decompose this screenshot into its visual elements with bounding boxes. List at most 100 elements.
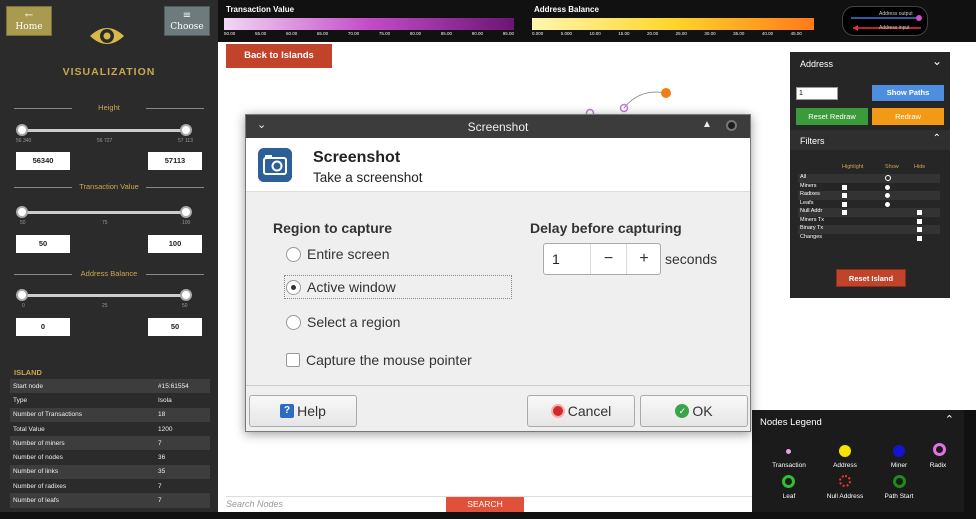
height-slider-track[interactable]	[20, 129, 188, 132]
home-button[interactable]: ← Home	[6, 6, 52, 36]
address-balance-slider-max-handle[interactable]	[180, 289, 192, 301]
height-min-input[interactable]: 56340	[16, 152, 70, 170]
delay-section-title: Delay before capturing	[530, 220, 682, 236]
island-info-table: Start node #15:61554 Type Isola Number of …	[10, 379, 210, 508]
dialog-heading: Screenshot	[313, 149, 401, 166]
choose-button[interactable]: ≡ Choose	[164, 6, 210, 36]
island-row: Number of leafs 7	[10, 493, 210, 508]
island-value: 7	[158, 497, 162, 505]
address-balance-max-input[interactable]: 50	[148, 318, 202, 336]
hide-checkbox[interactable]	[917, 218, 922, 224]
radix-node-icon	[933, 443, 946, 456]
filter-row: Miners	[798, 183, 940, 192]
cancel-icon	[550, 404, 565, 418]
island-key: Start node	[13, 382, 43, 390]
list-icon: ≡	[182, 10, 192, 21]
reset-island-button[interactable]: Reset Island	[836, 269, 906, 287]
island-value: 7	[158, 439, 162, 447]
island-title: ISLAND	[14, 368, 42, 377]
radio-button-selected[interactable]	[286, 279, 301, 295]
radio-button[interactable]	[286, 314, 301, 330]
show-paths-button[interactable]: Show Paths	[872, 85, 944, 101]
option-label: Entire screen	[307, 246, 390, 262]
entire-screen-option[interactable]: Entire screen	[286, 241, 389, 267]
highlight-checkbox[interactable]	[842, 210, 847, 215]
dialog-titlebar[interactable]: ⌄ Screenshot ▲	[246, 115, 750, 138]
redraw-button[interactable]: Redraw	[872, 108, 944, 125]
maximize-icon[interactable]: ▲	[702, 119, 712, 130]
visualization-title: VISUALIZATION	[62, 66, 156, 78]
search-bar: Search Nodes SEARCH	[226, 496, 752, 512]
transaction-value-min-input[interactable]: 50	[16, 235, 70, 253]
show-radio[interactable]	[885, 193, 890, 198]
tv-tick: 60.00	[285, 31, 298, 36]
filter-label: Radixes	[800, 191, 820, 197]
address-input[interactable]: 1	[796, 87, 838, 100]
legend-label: Leaf	[782, 493, 796, 500]
close-icon[interactable]	[726, 120, 737, 131]
help-button[interactable]: ? Help	[249, 395, 357, 427]
island-key: Number of miners	[13, 439, 65, 447]
highlight-checkbox[interactable]	[842, 201, 847, 207]
reset-redraw-button[interactable]: Reset Redraw	[796, 108, 868, 125]
transaction-value-max-input[interactable]: 100	[148, 235, 202, 253]
transaction-value-slider-max-handle[interactable]	[180, 206, 192, 218]
transaction-value-slider-min-handle[interactable]	[16, 206, 28, 218]
tv-tick: 50.00	[224, 31, 236, 36]
transaction-value-tick: 75	[102, 220, 108, 226]
chevron-up-icon[interactable]: ⌃	[945, 413, 954, 426]
height-max-input[interactable]: 57113	[148, 152, 202, 170]
capture-pointer-option[interactable]: Capture the mouse pointer	[286, 347, 472, 373]
leaf-node-icon	[782, 475, 795, 488]
active-window-option[interactable]: Active window	[286, 274, 396, 300]
transaction-value-slider-track[interactable]	[20, 211, 188, 214]
chevron-down-icon[interactable]: ⌄	[932, 54, 942, 68]
hide-checkbox[interactable]	[917, 210, 922, 215]
search-input[interactable]: Search Nodes	[226, 499, 446, 509]
ok-button[interactable]: ✓ OK	[640, 395, 748, 427]
height-slider-min-handle[interactable]	[16, 124, 28, 136]
filter-row: Leafs	[798, 200, 940, 209]
legend-label: Address	[833, 462, 857, 469]
address-node-icon	[839, 445, 851, 457]
right-edge	[964, 410, 976, 519]
delay-value[interactable]: 1	[552, 251, 560, 267]
show-radio[interactable]	[885, 184, 890, 190]
chevron-up-icon[interactable]: ⌃	[933, 133, 941, 144]
address-panel: Address ⌄ 1 Show Paths Reset Redraw Redr…	[790, 52, 950, 298]
tv-tick: 65.00	[316, 31, 329, 36]
capture-pointer-checkbox[interactable]	[286, 353, 300, 367]
increment-button[interactable]: +	[626, 244, 661, 274]
highlight-checkbox[interactable]	[842, 184, 847, 190]
filters-header[interactable]: Filters ⌃	[790, 130, 950, 150]
island-row: Start node #15:61554	[10, 379, 210, 394]
island-row: Number of Transactions 18	[10, 407, 210, 422]
height-slider-max-handle[interactable]	[180, 124, 192, 136]
highlight-checkbox[interactable]	[842, 193, 847, 198]
address-balance-section-title: Address Balance	[14, 269, 204, 279]
address-balance-legend-ticks: 0.000 5.000 10.00 15.00 20.00 25.00 30.0…	[532, 31, 802, 36]
option-label: Capture the mouse pointer	[306, 352, 472, 368]
island-value: 18	[158, 411, 166, 419]
radio-button[interactable]	[286, 246, 301, 262]
island-row: Total Value 1200	[10, 421, 210, 437]
filter-row: Changes	[798, 234, 940, 243]
height-tick: 56 340	[16, 138, 32, 144]
address-balance-min-input[interactable]: 0	[16, 318, 70, 336]
hide-checkbox[interactable]	[917, 235, 922, 241]
tv-tick: 80.00	[409, 31, 422, 36]
hide-checkbox[interactable]	[917, 227, 922, 232]
select-region-option[interactable]: Select a region	[286, 309, 400, 335]
search-button[interactable]: SEARCH	[446, 497, 524, 512]
decrement-button[interactable]: −	[590, 244, 626, 274]
show-radio[interactable]	[885, 201, 890, 207]
cancel-button[interactable]: Cancel	[527, 395, 635, 427]
filter-label: Changes	[800, 233, 823, 240]
back-to-islands-button[interactable]: Back to Islands	[226, 44, 332, 68]
delay-spinbox[interactable]: 1 − +	[543, 243, 661, 275]
address-balance-slider-track[interactable]	[20, 294, 188, 297]
filter-label: Null Addr	[800, 208, 823, 214]
address-balance-slider-min-handle[interactable]	[16, 289, 28, 301]
show-radio[interactable]	[885, 175, 891, 181]
tv-tick: 55.00	[254, 31, 267, 36]
